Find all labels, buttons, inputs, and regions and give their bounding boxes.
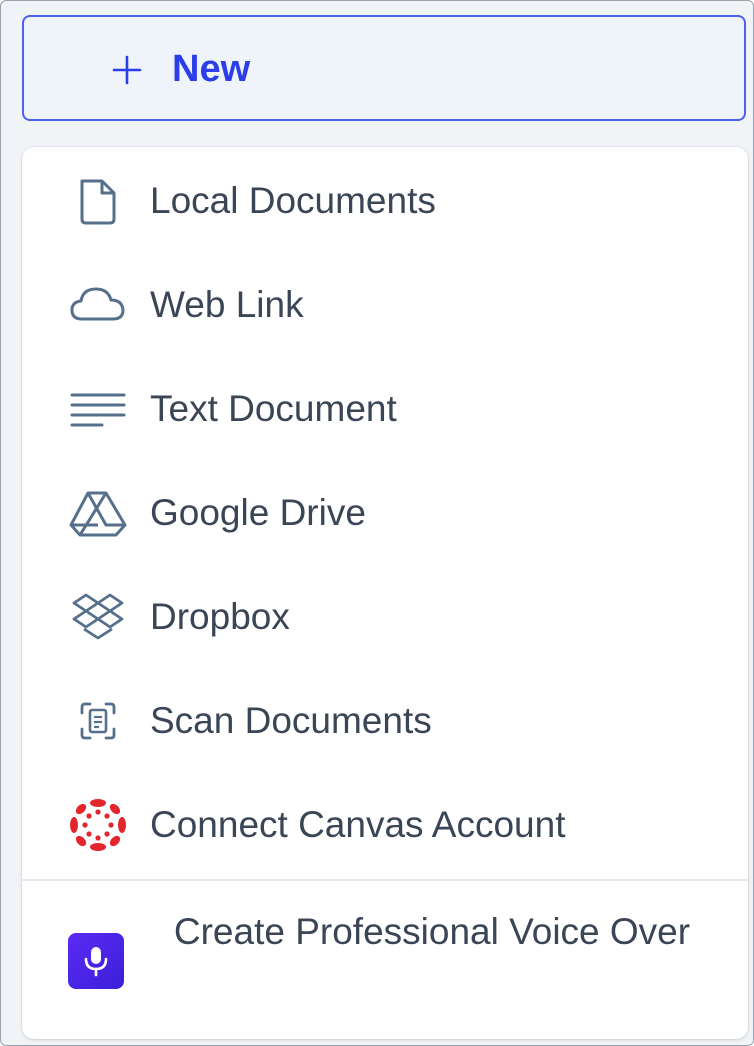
text-lines-icon [70,393,126,427]
microphone-icon [68,933,124,989]
menu-item-label: Connect Canvas Account [150,804,566,845]
canvas-icon [70,799,126,851]
menu-item-label: Dropbox [150,596,290,637]
new-dropdown-menu: Local Documents Web Link Text Document G… [22,147,748,1039]
menu-item-create-voice-over[interactable]: Create Professional Voice Over [22,881,748,1039]
new-menu-panel: New Local Documents Web Link Text Docume… [0,0,754,1046]
menu-item-label: Google Drive [150,492,366,533]
plus-icon [112,55,142,85]
menu-item-label: Web Link [150,284,304,325]
new-button-label: New [172,48,251,90]
menu-item-label: Create Professional Voice Over [173,911,691,952]
menu-item-label: Local Documents [150,180,436,221]
menu-item-connect-canvas[interactable]: Connect Canvas Account [22,773,748,877]
dropbox-icon [72,593,124,640]
menu-item-web-link[interactable]: Web Link [22,253,748,357]
menu-item-google-drive[interactable]: Google Drive [22,461,748,565]
google-drive-icon [69,491,127,537]
scan-icon [80,702,116,740]
menu-item-label: Text Document [150,388,397,429]
menu-item-label: Scan Documents [150,700,432,741]
cloud-icon [70,287,125,321]
menu-item-dropbox[interactable]: Dropbox [22,565,748,669]
menu-item-local-documents[interactable]: Local Documents [22,149,748,253]
document-icon [80,179,116,225]
menu-item-scan-documents[interactable]: Scan Documents [22,669,748,773]
menu-item-text-document[interactable]: Text Document [22,357,748,461]
new-button[interactable]: New [22,15,746,121]
